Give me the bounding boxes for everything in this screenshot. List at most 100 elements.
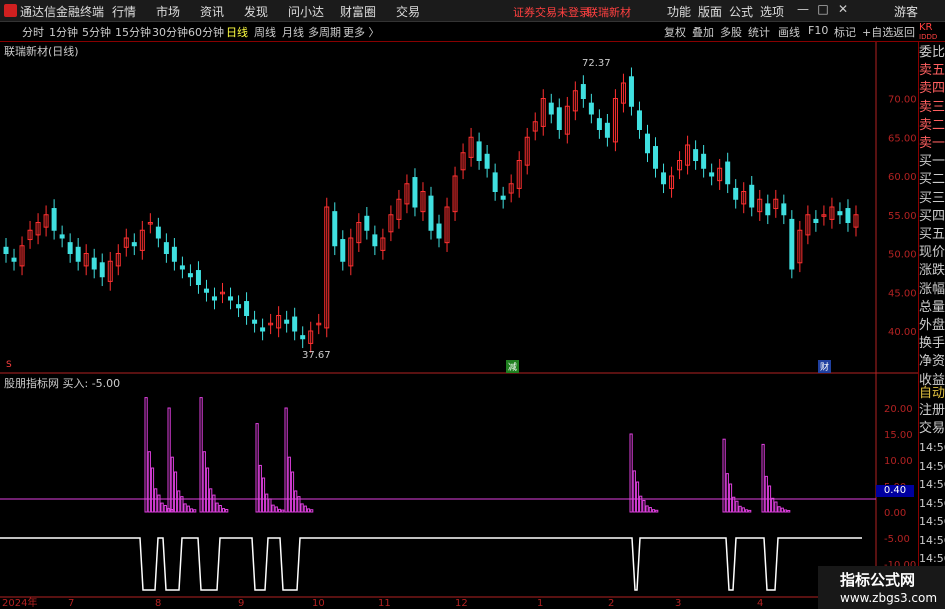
candle [789, 218, 795, 270]
candle [749, 184, 755, 208]
indicator-line [0, 537, 862, 591]
candle [548, 102, 554, 115]
panel-item-10: 买五 [919, 227, 945, 242]
candle [781, 203, 787, 216]
period-daily[interactable]: 日线 [226, 24, 248, 40]
indicator-bar [764, 475, 768, 513]
guest-label[interactable]: 游客 [894, 3, 918, 20]
restore-button[interactable]: □ [814, 2, 832, 16]
period-60min[interactable]: 60分钟 [188, 24, 224, 40]
candle [500, 195, 506, 200]
menu-options[interactable]: 选项 [760, 3, 784, 20]
period-intraday[interactable]: 分时 [22, 24, 44, 40]
candle [252, 319, 258, 324]
indicator-y-tick: 0.00 [884, 508, 906, 519]
indicator-bar [212, 494, 216, 513]
candle [11, 257, 17, 262]
tool-stats[interactable]: 统计 [748, 24, 770, 40]
period-monthly[interactable]: 月线 [282, 24, 304, 40]
tool-add-watch[interactable]: +自选 [862, 24, 893, 40]
watermark-url: www.zbgs3.com [840, 591, 938, 605]
minimize-button[interactable]: — [794, 2, 812, 16]
kr-sub: IDDD [919, 33, 938, 41]
y-tick-label: 65.00 [888, 133, 917, 144]
y-tick-label: 45.00 [888, 288, 917, 299]
y-tick-label: 40.00 [888, 327, 917, 338]
min-price-label: 37.67 [302, 350, 331, 361]
candle [75, 246, 81, 262]
panel-trade[interactable]: 交易 [919, 421, 945, 437]
indicator-bar [189, 508, 194, 513]
indicator-bar [186, 505, 190, 513]
indicator-bar [199, 397, 203, 513]
candle [228, 296, 234, 301]
tool-adjust[interactable]: 复权 [664, 24, 686, 40]
panel-auto[interactable]: 自动 [919, 386, 945, 402]
candle [91, 257, 97, 270]
period-multi[interactable]: 多周期 [308, 24, 341, 40]
login-status[interactable]: 证券交易未登录 [513, 4, 590, 20]
indicator-bar [783, 509, 788, 513]
indicator-bar [310, 509, 314, 513]
panel-item-15: 外盘 [919, 318, 945, 333]
menu-discover[interactable]: 发现 [244, 3, 268, 20]
current-stock-link[interactable]: 联瑞新材 [587, 4, 631, 20]
menu-wealth[interactable]: 财富圈 [340, 3, 376, 20]
tool-back[interactable]: 返回 [893, 24, 915, 40]
menu-formula[interactable]: 公式 [729, 3, 753, 20]
period-5min[interactable]: 5分钟 [82, 24, 111, 40]
menu-ask[interactable]: 问小达 [288, 3, 324, 20]
menu-markets[interactable]: 市场 [156, 3, 180, 20]
app-title: 通达信金融终端 [20, 5, 105, 19]
candle [436, 223, 442, 239]
period-1min[interactable]: 1分钟 [49, 24, 78, 40]
indicator-bar [173, 471, 178, 513]
menu-layout[interactable]: 版面 [698, 3, 722, 20]
tool-f10[interactable]: F10 [808, 24, 828, 37]
watermark-title: 指标公式网 [840, 571, 916, 589]
candle [340, 239, 346, 262]
menu-function[interactable]: 功能 [667, 3, 691, 20]
tool-mark[interactable]: 标记 [834, 24, 856, 40]
close-button[interactable]: ✕ [834, 2, 852, 16]
candle [3, 246, 9, 255]
indicator-bar [215, 502, 219, 513]
period-15min[interactable]: 15分钟 [115, 24, 151, 40]
y-tick-label: 60.00 [888, 172, 917, 183]
candle [284, 319, 290, 324]
indicator-bar [284, 407, 288, 513]
max-price-label: 72.37 [582, 58, 611, 69]
tool-draw[interactable]: 画线 [778, 24, 800, 40]
s-marker: S [6, 360, 12, 370]
indicator-y-tick: -5.00 [884, 534, 910, 545]
candle [372, 234, 378, 247]
panel-item-11: 现价 [919, 245, 945, 261]
period-weekly[interactable]: 周线 [254, 24, 276, 40]
indicator-bar [300, 503, 304, 513]
candle [596, 118, 602, 131]
menu-trade[interactable]: 交易 [396, 3, 420, 20]
y-tick-label: 55.00 [888, 211, 917, 222]
chart-area[interactable]: 40.0045.0050.0055.0060.0065.0070.0020.00… [0, 42, 918, 609]
x-tick-label: 1 [537, 598, 543, 609]
panel-item-4: 卖二 [919, 117, 945, 133]
indicator-bar [306, 508, 311, 513]
panel-item-2: 卖四 [919, 81, 945, 97]
period-30min[interactable]: 30分钟 [152, 24, 188, 40]
candle [733, 187, 739, 200]
menu-news[interactable]: 资讯 [200, 3, 224, 20]
candle [67, 242, 73, 254]
tool-overlay[interactable]: 叠加 [692, 24, 714, 40]
indicator-bar [294, 490, 298, 513]
tool-multi-stock[interactable]: 多股 [720, 24, 742, 40]
panel-register[interactable]: 注册 [919, 403, 945, 419]
panel-item-14: 总量 [919, 299, 945, 315]
indicator-y-tick: 10.00 [884, 456, 913, 467]
candle [428, 195, 434, 231]
menu-market[interactable]: 行情 [112, 3, 136, 20]
panel-time-1: 14:56 [919, 459, 945, 473]
candle [653, 146, 659, 169]
indicator-bar [177, 490, 181, 513]
period-more[interactable]: 更多 〉 [343, 24, 380, 40]
panel-time-6: 14:56 [919, 552, 945, 565]
